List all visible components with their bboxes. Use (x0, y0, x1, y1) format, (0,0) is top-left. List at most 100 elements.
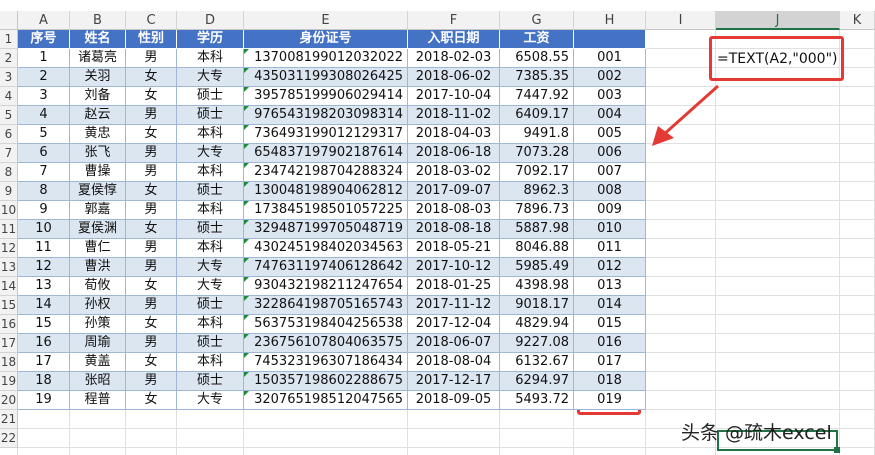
row-header-8[interactable]: 8 (0, 163, 18, 182)
table-cell[interactable]: 男 (126, 258, 177, 277)
table-cell[interactable]: 刘备 (70, 87, 126, 106)
table-cell[interactable]: 张飞 (70, 144, 126, 163)
table-cell[interactable]: 3 (18, 87, 70, 106)
column-header-g[interactable]: G (500, 11, 574, 30)
row-header-5[interactable]: 5 (0, 106, 18, 125)
table-cell[interactable]: 4398.98 (500, 277, 574, 296)
table-cell[interactable]: 男 (126, 239, 177, 258)
formula-result-cell[interactable]: 016 (574, 334, 646, 353)
formula-result-cell[interactable]: 015 (574, 315, 646, 334)
table-cell[interactable]: 女 (126, 315, 177, 334)
table-header-cell[interactable]: 性别 (126, 30, 177, 49)
column-header-f[interactable]: F (408, 11, 500, 30)
row-header-22[interactable]: 22 (0, 429, 18, 448)
table-cell[interactable]: 2018-06-02 (408, 68, 500, 87)
table-cell[interactable]: 395785199906029414 (244, 87, 408, 106)
table-cell[interactable]: 7896.73 (500, 201, 574, 220)
row-header-11[interactable]: 11 (0, 220, 18, 239)
table-cell[interactable]: 1 (18, 49, 70, 68)
table-header-cell[interactable]: 姓名 (70, 30, 126, 49)
table-cell[interactable]: 硕士 (177, 87, 244, 106)
table-cell[interactable]: 硕士 (177, 106, 244, 125)
table-cell[interactable]: 329487199705048719 (244, 220, 408, 239)
table-cell[interactable]: 女 (126, 87, 177, 106)
table-cell[interactable]: 女 (126, 125, 177, 144)
row-header-19[interactable]: 19 (0, 372, 18, 391)
table-cell[interactable]: 11 (18, 239, 70, 258)
table-cell[interactable]: 2 (18, 68, 70, 87)
table-cell[interactable]: 大专 (177, 68, 244, 87)
column-header-e[interactable]: E (244, 11, 408, 30)
table-cell[interactable]: 孙策 (70, 315, 126, 334)
row-header-14[interactable]: 14 (0, 277, 18, 296)
table-cell[interactable]: 9 (18, 201, 70, 220)
table-cell[interactable]: 男 (126, 201, 177, 220)
table-cell[interactable]: 2018-11-02 (408, 106, 500, 125)
table-cell[interactable]: 2018-06-18 (408, 144, 500, 163)
table-header-cell[interactable]: 工资 (500, 30, 574, 49)
table-cell[interactable]: 654837197902187614 (244, 144, 408, 163)
table-cell[interactable]: 女 (126, 182, 177, 201)
formula-result-cell[interactable]: 009 (574, 201, 646, 220)
table-cell[interactable]: 女 (126, 391, 177, 410)
table-cell[interactable]: 18 (18, 372, 70, 391)
formula-result-cell[interactable]: 004 (574, 106, 646, 125)
table-cell[interactable]: 男 (126, 372, 177, 391)
table-cell[interactable]: 关羽 (70, 68, 126, 87)
fill-handle[interactable] (834, 447, 840, 453)
table-cell[interactable]: 孙权 (70, 296, 126, 315)
formula-result-cell[interactable]: 006 (574, 144, 646, 163)
row-header-6[interactable]: 6 (0, 125, 18, 144)
formula-result-cell[interactable]: 011 (574, 239, 646, 258)
table-cell[interactable]: 5493.72 (500, 391, 574, 410)
table-cell[interactable]: 930432198211247654 (244, 277, 408, 296)
table-cell[interactable]: 男 (126, 163, 177, 182)
table-cell[interactable]: 大专 (177, 144, 244, 163)
row-header-18[interactable]: 18 (0, 353, 18, 372)
table-cell[interactable]: 2017-10-12 (408, 258, 500, 277)
table-cell[interactable]: 8046.88 (500, 239, 574, 258)
table-cell[interactable]: 7092.17 (500, 163, 574, 182)
table-cell[interactable]: 大专 (177, 391, 244, 410)
table-cell[interactable]: 17 (18, 353, 70, 372)
table-cell[interactable]: 荀攸 (70, 277, 126, 296)
row-header-1[interactable]: 1 (0, 30, 18, 49)
table-cell[interactable]: 7385.35 (500, 68, 574, 87)
formula-result-cell[interactable]: 002 (574, 68, 646, 87)
table-cell[interactable]: 435031199308026425 (244, 68, 408, 87)
table-cell[interactable]: 张昭 (70, 372, 126, 391)
column-header-i[interactable]: I (646, 11, 716, 30)
table-cell[interactable]: 郭嘉 (70, 201, 126, 220)
formula-result-cell[interactable]: 012 (574, 258, 646, 277)
table-cell[interactable]: 男 (126, 296, 177, 315)
table-cell[interactable]: 14 (18, 296, 70, 315)
table-cell[interactable]: 大专 (177, 258, 244, 277)
row-header-20[interactable]: 20 (0, 391, 18, 410)
table-cell[interactable]: 2018-08-18 (408, 220, 500, 239)
table-cell[interactable]: 6508.55 (500, 49, 574, 68)
table-cell[interactable]: 硕士 (177, 182, 244, 201)
table-cell[interactable]: 男 (126, 106, 177, 125)
table-cell[interactable]: 本科 (177, 353, 244, 372)
formula-result-cell[interactable]: 001 (574, 49, 646, 68)
table-cell[interactable]: 2018-01-25 (408, 277, 500, 296)
table-cell[interactable]: 2017-11-12 (408, 296, 500, 315)
table-cell[interactable]: 女 (126, 353, 177, 372)
table-cell[interactable]: 2018-09-05 (408, 391, 500, 410)
select-all-corner[interactable] (0, 11, 18, 30)
table-cell[interactable]: 9491.8 (500, 125, 574, 144)
table-cell[interactable]: 7447.92 (500, 87, 574, 106)
table-cell[interactable]: 137008199012032022 (244, 49, 408, 68)
table-cell[interactable]: 173845198501057225 (244, 201, 408, 220)
table-cell[interactable]: 9018.17 (500, 296, 574, 315)
table-cell[interactable]: 曹洪 (70, 258, 126, 277)
table-cell[interactable]: 黄盖 (70, 353, 126, 372)
table-cell[interactable]: 5985.49 (500, 258, 574, 277)
table-cell[interactable]: 女 (126, 68, 177, 87)
table-cell[interactable]: 大专 (177, 277, 244, 296)
table-cell[interactable]: 2017-12-17 (408, 372, 500, 391)
table-cell[interactable]: 16 (18, 334, 70, 353)
table-cell[interactable]: 976543198203098314 (244, 106, 408, 125)
table-cell[interactable]: 硕士 (177, 372, 244, 391)
row-header-9[interactable]: 9 (0, 182, 18, 201)
